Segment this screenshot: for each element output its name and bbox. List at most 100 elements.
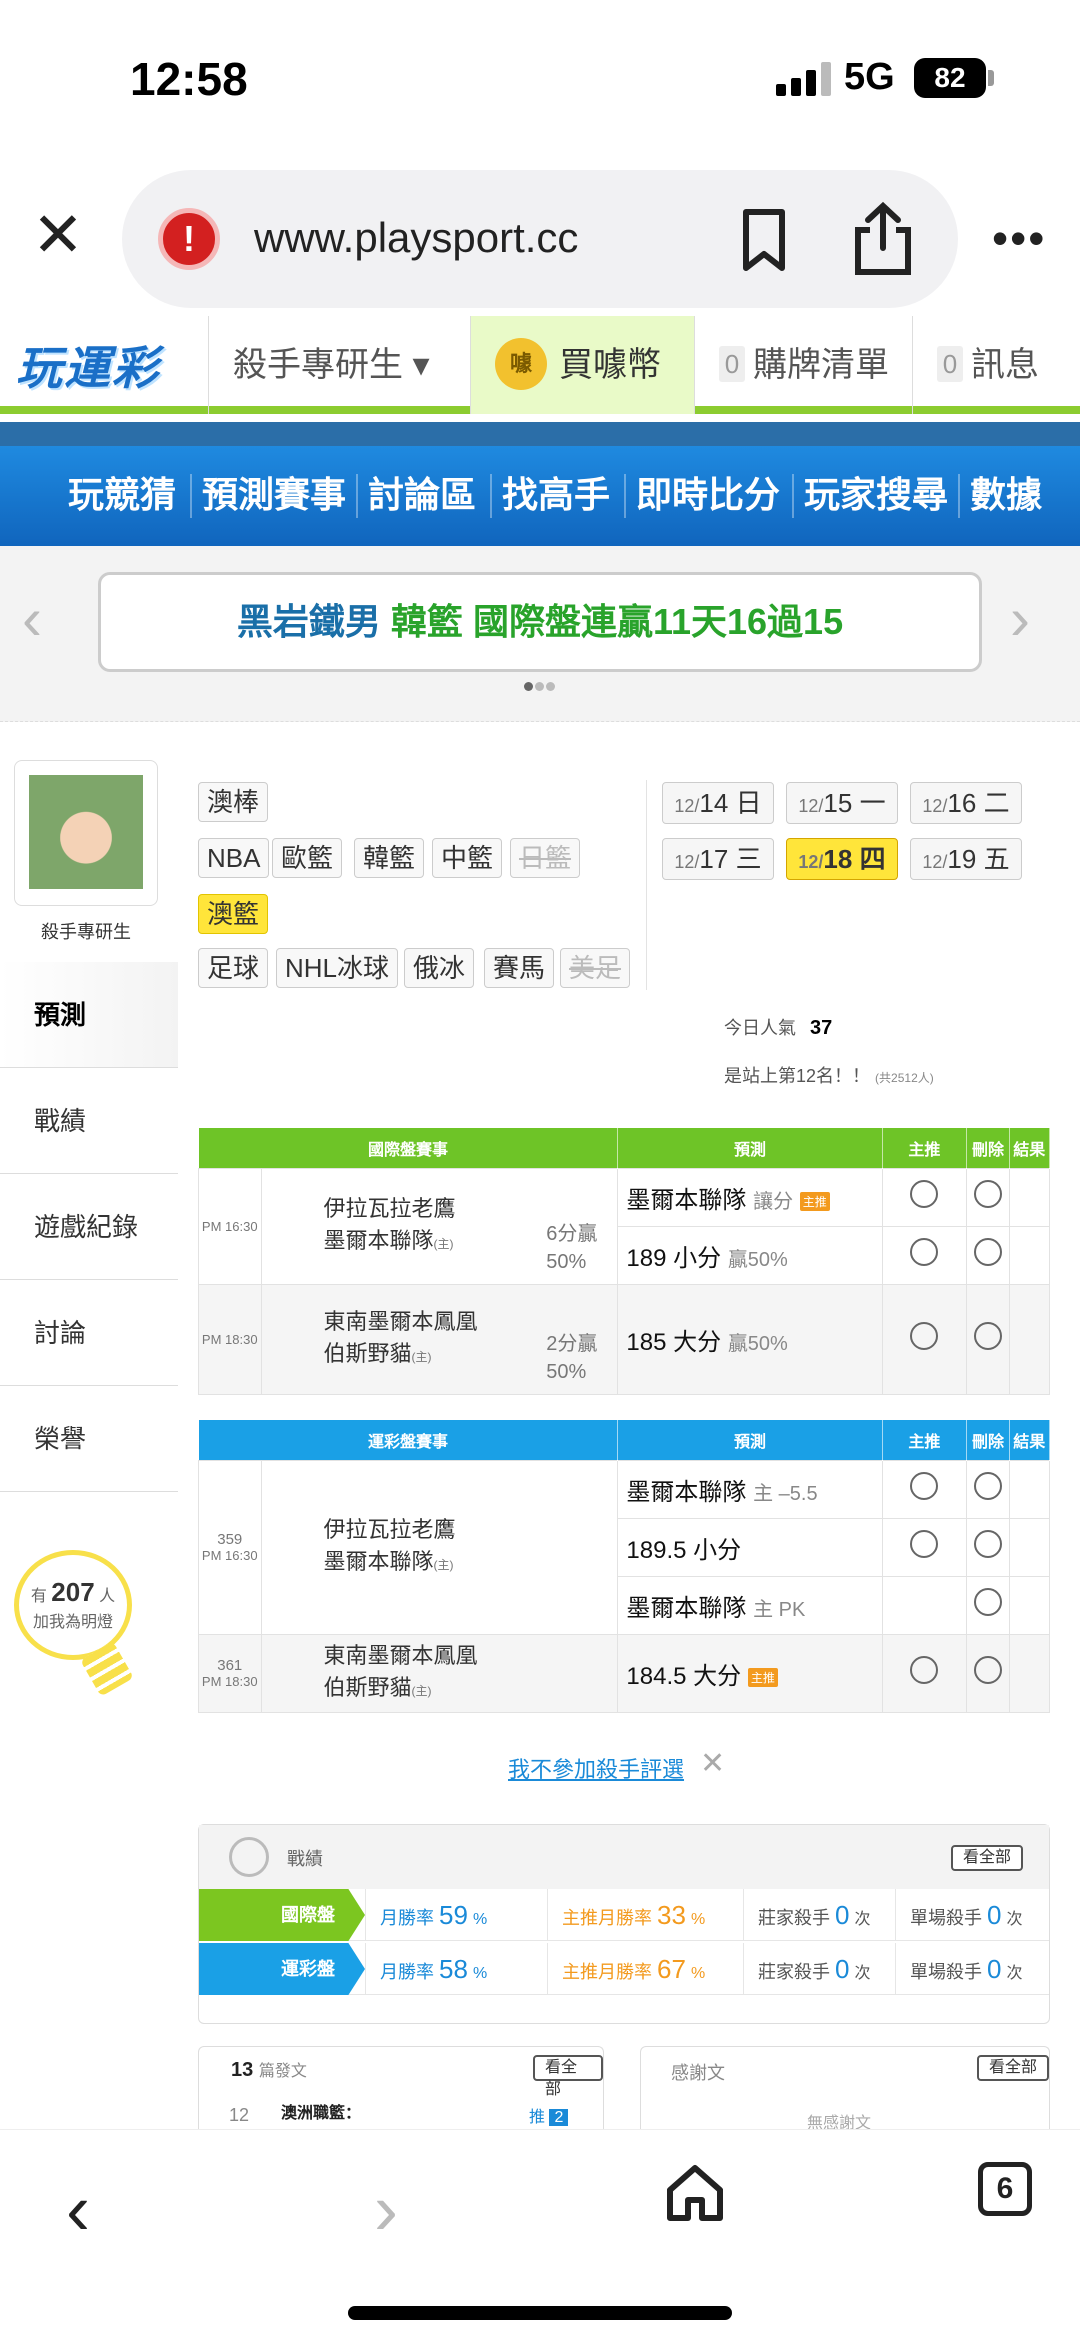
main-pick-radio-cell: [881, 1517, 968, 1577]
main-pick-radio-cell: [881, 1225, 968, 1285]
bookmark-icon[interactable]: [736, 208, 792, 272]
warning-icon[interactable]: !: [158, 208, 220, 270]
prediction-cell: 184.5 大分 主推: [617, 1633, 883, 1713]
optout-link[interactable]: 我不參加殺手評選: [508, 1752, 684, 1784]
main-pick-radio[interactable]: [910, 1180, 939, 1208]
delete-radio[interactable]: [973, 1322, 1002, 1350]
menu-discussion[interactable]: 討論: [0, 1280, 178, 1386]
record-see-all-button[interactable]: 看全部: [951, 1845, 1024, 1871]
main-pick-radio[interactable]: [910, 1322, 939, 1350]
main-pick-radio[interactable]: [910, 1472, 939, 1500]
sport-tag-korea-basketball[interactable]: 韓籃: [354, 838, 425, 878]
nav-play-guess[interactable]: 玩競猜: [68, 466, 176, 518]
message-count-badge: 0: [937, 346, 963, 383]
fans-text: 加我為明燈: [32, 1614, 113, 1631]
main-pick-radio[interactable]: [910, 1656, 939, 1684]
home-icon[interactable]: [662, 2160, 728, 2226]
close-icon[interactable]: ✕: [28, 205, 88, 267]
purchase-list-link[interactable]: 0 購牌清單: [694, 316, 912, 414]
month-win-rate: 月勝率 58 %: [365, 1943, 547, 1995]
table-row: PM 16:30 伊拉瓦拉老鷹 墨爾本聯隊(主) 6分贏 50% 墨爾本聯隊 讓分…: [198, 1167, 1051, 1285]
sport-tag-aus-baseball[interactable]: 澳棒: [198, 782, 269, 822]
posts-see-all-button[interactable]: 看全部: [533, 2055, 603, 2098]
avatar[interactable]: [14, 760, 158, 906]
game-teams: 伊拉瓦拉老鷹 墨爾本聯隊(主) 6分贏 50%: [260, 1167, 619, 1285]
battery-tip: [988, 70, 994, 86]
main-pick-radio-cell: [881, 1459, 968, 1519]
post-item-number: 12: [229, 2105, 250, 2125]
nav-predict[interactable]: 預測賽事: [202, 466, 346, 518]
record-header: 戰績 看全部: [199, 1825, 1049, 1889]
post-item-title[interactable]: 澳洲職籃：: [281, 2099, 361, 2123]
single-killer: 單場殺手 0 次: [895, 1943, 1049, 1995]
game-time: PM 18:30: [198, 1283, 262, 1395]
carousel-dots: [524, 678, 557, 696]
main-pick-radio[interactable]: [910, 1238, 939, 1266]
back-icon[interactable]: ‹: [38, 2170, 118, 2250]
thanks-see-all-button[interactable]: 看全部: [977, 2055, 1049, 2081]
nav-live-score[interactable]: 即時比分: [636, 466, 780, 518]
buy-coin-button[interactable]: 噱買噱幣: [470, 316, 694, 414]
chevron-left-icon[interactable]: ‹: [22, 584, 42, 653]
nav-forum[interactable]: 討論區: [368, 466, 476, 518]
menu-honors[interactable]: 榮譽: [0, 1386, 178, 1492]
international-predictions-table: 國際盤賽事 預測 主推 刪除 結果 PM 16:30 伊拉瓦拉老鷹 墨爾本聯隊(…: [198, 1128, 1051, 1395]
record-title: 戰績: [287, 1849, 323, 1869]
date-1217[interactable]: 12/17 三: [662, 838, 774, 880]
nav-data[interactable]: 數據: [970, 466, 1042, 518]
delete-radio[interactable]: [973, 1180, 1002, 1208]
member-menu[interactable]: 殺手專研生 ▾: [208, 316, 470, 414]
date-1215[interactable]: 12/15 一: [786, 782, 898, 824]
site-logo[interactable]: 玩運彩: [16, 332, 160, 398]
message-link[interactable]: 0 訊息: [912, 316, 1080, 414]
main-pick-radio[interactable]: [910, 1530, 939, 1558]
sport-tag-horse-racing[interactable]: 賽馬: [484, 948, 555, 988]
delete-radio[interactable]: [973, 1472, 1002, 1500]
record-row-lottery: 運彩盤 月勝率 58 % 主推月勝率 67 % 莊家殺手 0 次 單場殺手 0 …: [199, 1943, 1049, 1995]
menu-record[interactable]: 戰績: [0, 1068, 178, 1174]
sport-tag-aus-basketball[interactable]: 澳籃: [198, 894, 269, 934]
lottery-predictions-table: 運彩盤賽事 預測 主推 刪除 結果 359 PM 16:30 伊拉瓦拉老鷹 墨爾本…: [198, 1420, 1051, 1713]
date-1214[interactable]: 12/14 日: [662, 782, 774, 824]
message-label: 訊息: [971, 346, 1039, 384]
tabs-count-button[interactable]: 6: [978, 2162, 1032, 2216]
sport-tag-soccer[interactable]: 足球: [198, 948, 269, 988]
sport-tag-american-football: 美足: [560, 948, 631, 988]
purchase-count-badge: 0: [719, 346, 745, 383]
nav-find-expert[interactable]: 找高手: [502, 466, 610, 518]
menu-predictions[interactable]: 預測: [0, 962, 178, 1068]
menu-game-log[interactable]: 遊戲紀錄: [0, 1174, 178, 1280]
date-1216[interactable]: 12/16 二: [910, 782, 1022, 824]
delete-radio[interactable]: [973, 1656, 1002, 1684]
more-icon[interactable]: •••: [992, 215, 1046, 261]
date-1219[interactable]: 12/19 五: [910, 838, 1022, 880]
game-teams: 伊拉瓦拉老鷹 墨爾本聯隊(主): [260, 1459, 619, 1635]
nav-player-search[interactable]: 玩家搜尋: [804, 466, 948, 518]
col-main-pick: 主推: [882, 1128, 968, 1168]
sport-tag-nba[interactable]: NBA: [198, 838, 270, 878]
date-1218-selected[interactable]: 12/18 四: [786, 838, 898, 880]
table-row: PM 18:30 東南墨爾本鳳凰 伯斯野貓(主) 2分贏 50% 185 大分 贏…: [198, 1283, 1051, 1395]
result-cell: [1008, 1283, 1051, 1395]
url-text[interactable]: www.playsport.cc: [254, 214, 578, 262]
sport-tag-russia-hockey[interactable]: 俄冰: [404, 948, 475, 988]
delete-radio[interactable]: [973, 1588, 1002, 1616]
col-result: 結果: [1009, 1128, 1051, 1168]
delete-radio-cell: [966, 1225, 1010, 1285]
col-result: 結果: [1009, 1420, 1051, 1460]
result-cell: [1008, 1459, 1051, 1519]
close-icon[interactable]: ✕: [700, 1746, 725, 1781]
delete-radio[interactable]: [973, 1530, 1002, 1558]
sport-tag-nhl[interactable]: NHL冰球: [276, 948, 399, 988]
delete-radio[interactable]: [973, 1238, 1002, 1266]
share-icon[interactable]: [848, 200, 918, 276]
banner-headline[interactable]: 黑岩鐵男 韓籃 國際盤連贏11天16過15: [98, 572, 982, 672]
chevron-right-icon[interactable]: ›: [1010, 584, 1030, 653]
sport-tag-euro-basketball[interactable]: 歐籃: [272, 838, 343, 878]
col-prediction: 預測: [617, 1128, 883, 1168]
sport-tag-china-basketball[interactable]: 中籃: [432, 838, 503, 878]
table-header-row: 運彩盤賽事 預測 主推 刪除 結果: [198, 1420, 1051, 1460]
avatar-image: [29, 775, 143, 889]
url-bar[interactable]: ! www.playsport.cc: [122, 170, 958, 308]
col-delete: 刪除: [966, 1420, 1010, 1460]
